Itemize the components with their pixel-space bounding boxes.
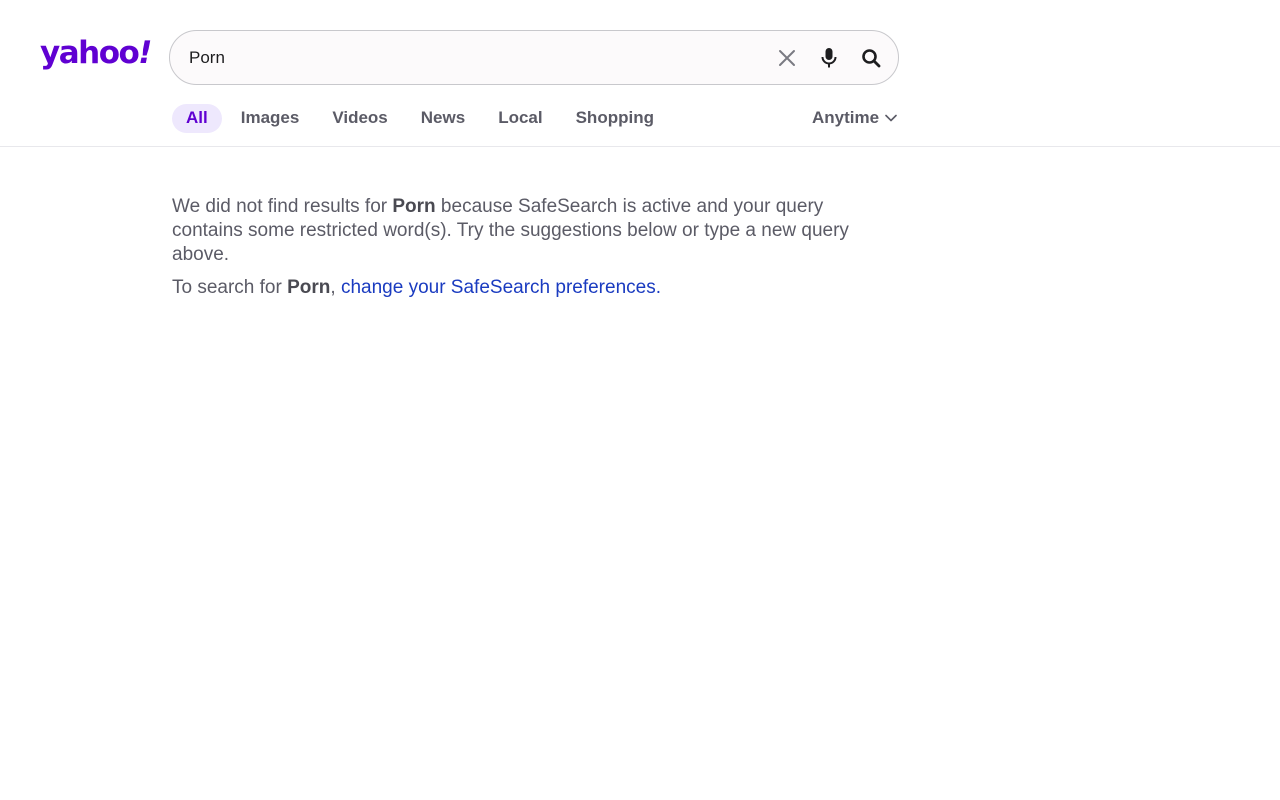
tab-all[interactable]: All	[172, 103, 222, 133]
query-term-2: Porn	[287, 277, 331, 298]
safesearch-preferences-hint: To search for Porn, change your SafeSear…	[172, 276, 884, 300]
yahoo-logo[interactable]: yahoo!	[40, 35, 152, 71]
close-icon	[779, 50, 795, 66]
tab-local[interactable]: Local	[484, 104, 556, 133]
search-input[interactable]	[189, 45, 749, 71]
safesearch-notice: We did not find results for Porn because…	[172, 195, 884, 267]
time-filter-dropdown[interactable]: Anytime	[812, 107, 897, 129]
notice-text-before: We did not find results for	[172, 196, 393, 217]
no-results-message: We did not find results for Porn because…	[172, 195, 884, 300]
search-box	[169, 30, 899, 85]
search-button[interactable]	[857, 44, 885, 72]
tab-news[interactable]: News	[407, 104, 479, 133]
safesearch-preferences-link[interactable]: change your SafeSearch preferences.	[341, 277, 661, 298]
voice-search-button[interactable]	[815, 44, 843, 72]
hint-text-before: To search for	[172, 277, 288, 298]
tab-images[interactable]: Images	[227, 104, 314, 133]
tab-shopping[interactable]: Shopping	[562, 104, 668, 133]
time-filter-label: Anytime	[812, 108, 880, 127]
logo-bang: !	[138, 35, 152, 71]
microphone-icon	[821, 48, 837, 68]
search-icon	[862, 49, 881, 68]
search-tabs: All Images Videos News Local Shopping	[172, 103, 673, 133]
header: yahoo! All Images Videos News Local	[0, 0, 1280, 147]
logo-text: yahoo	[40, 35, 140, 71]
chevron-down-icon	[885, 114, 897, 122]
clear-search-button[interactable]	[773, 44, 801, 72]
hint-comma: ,	[330, 277, 341, 298]
query-term: Porn	[392, 196, 436, 217]
tab-videos[interactable]: Videos	[318, 104, 401, 133]
